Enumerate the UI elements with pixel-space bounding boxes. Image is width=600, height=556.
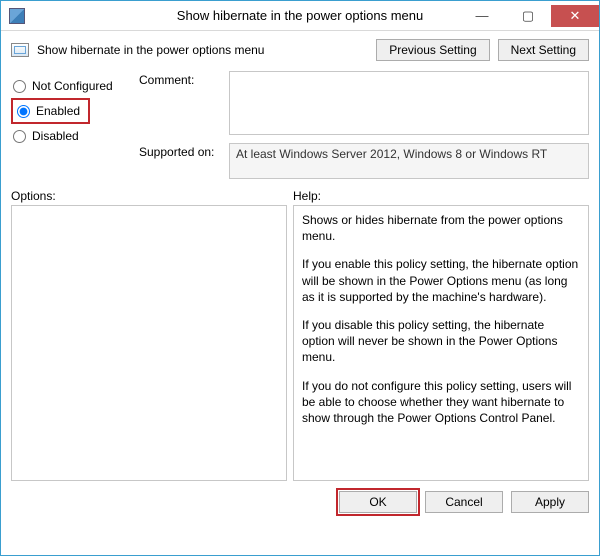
help-pane[interactable]: Shows or hides hibernate from the power … (293, 205, 589, 481)
radio-enabled-label: Enabled (36, 104, 80, 118)
options-label: Options: (11, 189, 293, 203)
state-radios: Not Configured Enabled Disabled (11, 71, 129, 179)
supported-value: At least Windows Server 2012, Windows 8 … (229, 143, 589, 179)
radio-disabled-input[interactable] (13, 130, 26, 143)
radio-enabled[interactable]: Enabled (15, 102, 82, 120)
section-labels: Options: Help: (1, 179, 599, 205)
radio-not-configured-label: Not Configured (32, 79, 113, 93)
maximize-button[interactable]: ▢ (505, 5, 551, 27)
policy-title: Show hibernate in the power options menu (37, 43, 264, 57)
ok-button[interactable]: OK (339, 491, 417, 513)
titlebar: Show hibernate in the power options menu… (1, 1, 599, 31)
cancel-button[interactable]: Cancel (425, 491, 503, 513)
help-p2: If you enable this policy setting, the h… (302, 256, 580, 305)
radio-enabled-input[interactable] (17, 105, 30, 118)
footer: OK Cancel Apply (1, 481, 599, 523)
help-p1: Shows or hides hibernate from the power … (302, 212, 580, 244)
apply-button[interactable]: Apply (511, 491, 589, 513)
enabled-highlight: Enabled (11, 98, 90, 124)
app-icon (9, 8, 25, 24)
help-label: Help: (293, 189, 321, 203)
policy-icon (11, 43, 29, 57)
main-area: Not Configured Enabled Disabled Comment:… (1, 67, 599, 179)
help-p3: If you disable this policy setting, the … (302, 317, 580, 366)
options-pane[interactable] (11, 205, 287, 481)
radio-not-configured-input[interactable] (13, 80, 26, 93)
radio-not-configured[interactable]: Not Configured (11, 75, 129, 97)
panes: Shows or hides hibernate from the power … (1, 205, 599, 481)
minimize-button[interactable]: — (459, 5, 505, 27)
supported-label: Supported on: (139, 143, 229, 159)
close-button[interactable]: ✕ (551, 5, 599, 27)
radio-disabled-label: Disabled (32, 129, 79, 143)
fields: Comment: Supported on: At least Windows … (139, 71, 589, 179)
window-controls: — ▢ ✕ (459, 5, 599, 27)
help-p4: If you do not configure this policy sett… (302, 378, 580, 427)
radio-disabled[interactable]: Disabled (11, 125, 129, 147)
comment-label: Comment: (139, 71, 229, 87)
next-setting-button[interactable]: Next Setting (498, 39, 589, 61)
previous-setting-button[interactable]: Previous Setting (376, 39, 489, 61)
comment-textarea[interactable] (229, 71, 589, 135)
header-row: Show hibernate in the power options menu… (1, 31, 599, 67)
